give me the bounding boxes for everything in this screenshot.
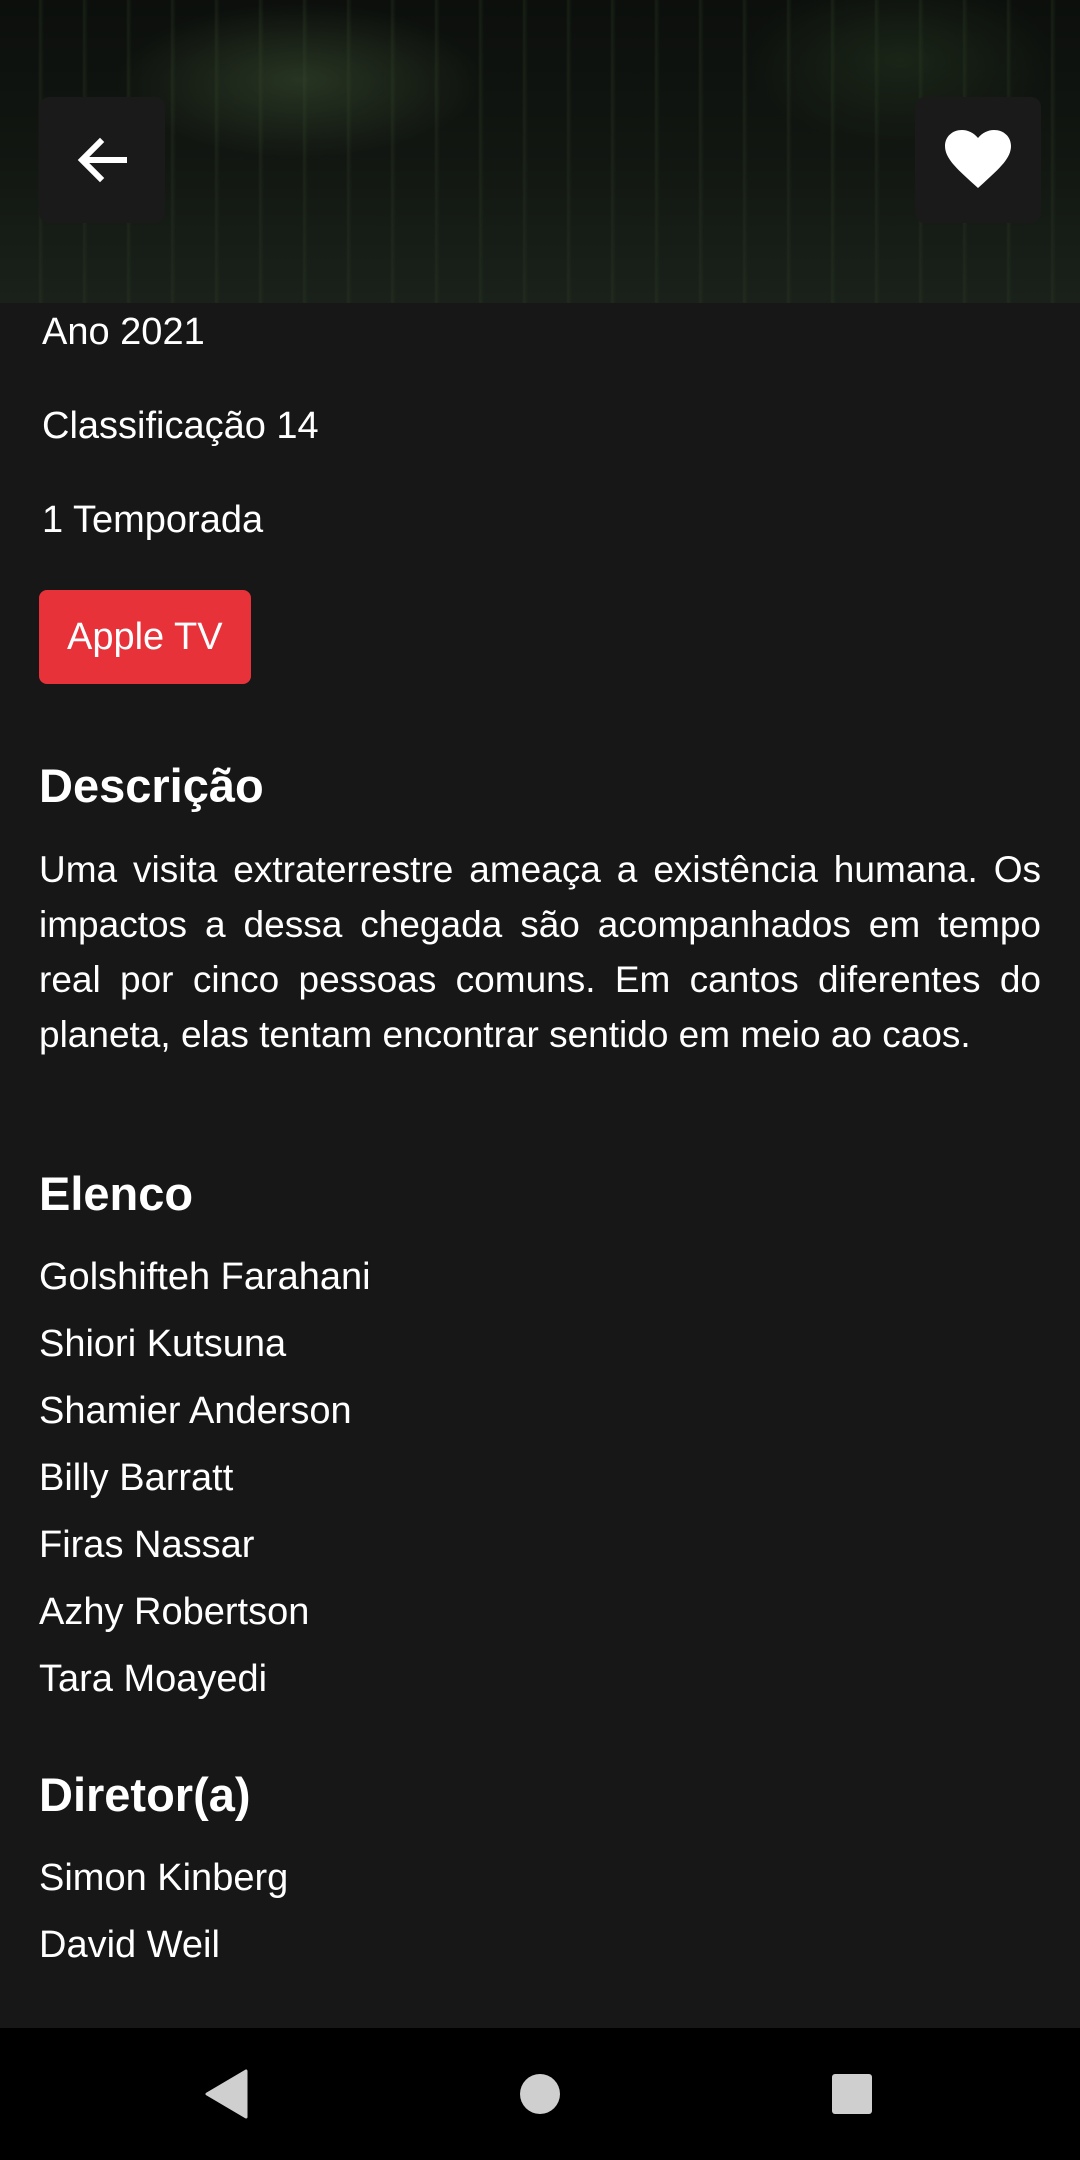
cast-member: Azhy Robertson [39,1591,310,1633]
detail-screen: Ano 2021 Classificação 14 1 Temporada Ap… [0,0,1080,2160]
system-back-button[interactable] [186,2064,266,2124]
cast-member: Tara Moayedi [39,1658,268,1700]
arrow-left-icon [77,137,127,183]
director-name: David Weil [39,1924,220,1966]
system-nav-bar [0,2028,1080,2160]
provider-badge[interactable]: Apple TV [39,590,251,684]
square-recents-icon [832,2074,872,2114]
directors-list: Simon Kinberg David Weil [39,1853,288,1987]
description-title: Descrição [39,759,264,812]
cast-member: Firas Nassar [39,1524,255,1566]
heart-icon [945,130,1011,188]
description-text: Uma visita extraterrestre ameaça a exist… [39,849,1041,1055]
cast-member: Shamier Anderson [39,1390,352,1432]
triangle-back-icon [205,2069,248,2119]
seasons-label: 1 Temporada [42,499,264,541]
system-recents-button[interactable] [812,2064,892,2124]
cast-member: Golshifteh Farahani [39,1256,371,1298]
directors-title: Diretor(a) [39,1768,251,1821]
cast-title: Elenco [39,1167,194,1220]
back-button[interactable] [39,97,165,223]
director-name: Simon Kinberg [39,1857,289,1899]
cast-member: Shiori Kutsuna [39,1323,287,1365]
cast-list: Golshifteh Farahani Shiori Kutsuna Shami… [39,1252,371,1721]
favorite-button[interactable] [915,97,1041,223]
system-home-button[interactable] [500,2064,580,2124]
rating-label: Classificação 14 [42,405,319,447]
year-label: Ano 2021 [42,311,205,353]
cast-member: Billy Barratt [39,1457,234,1499]
circle-home-icon [520,2074,560,2114]
